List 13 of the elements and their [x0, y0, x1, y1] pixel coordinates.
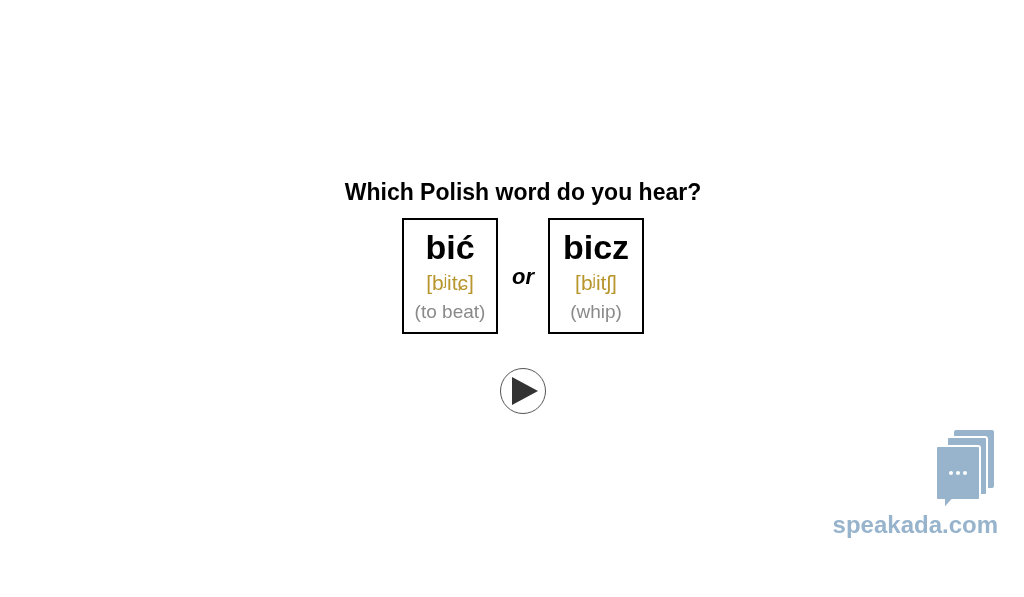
- play-icon: [512, 377, 538, 405]
- word-card[interactable]: bić [bʲitɕ] (to beat): [402, 218, 498, 334]
- logo-text: speakada.com: [832, 510, 998, 540]
- or-label: or: [512, 262, 534, 291]
- question-title: Which Polish word do you hear?: [344, 178, 702, 207]
- word-card[interactable]: bicz [bʲitʃ] (whip): [548, 218, 644, 334]
- word-text: bicz: [562, 228, 630, 266]
- translation-text: (to beat): [414, 300, 486, 324]
- word-text: bić: [425, 228, 475, 266]
- pronunciation-text: [bʲitɕ]: [426, 270, 474, 296]
- translation-text: (whip): [570, 300, 622, 324]
- play-button[interactable]: [500, 368, 546, 414]
- pronunciation-text: [bʲitʃ]: [575, 270, 617, 296]
